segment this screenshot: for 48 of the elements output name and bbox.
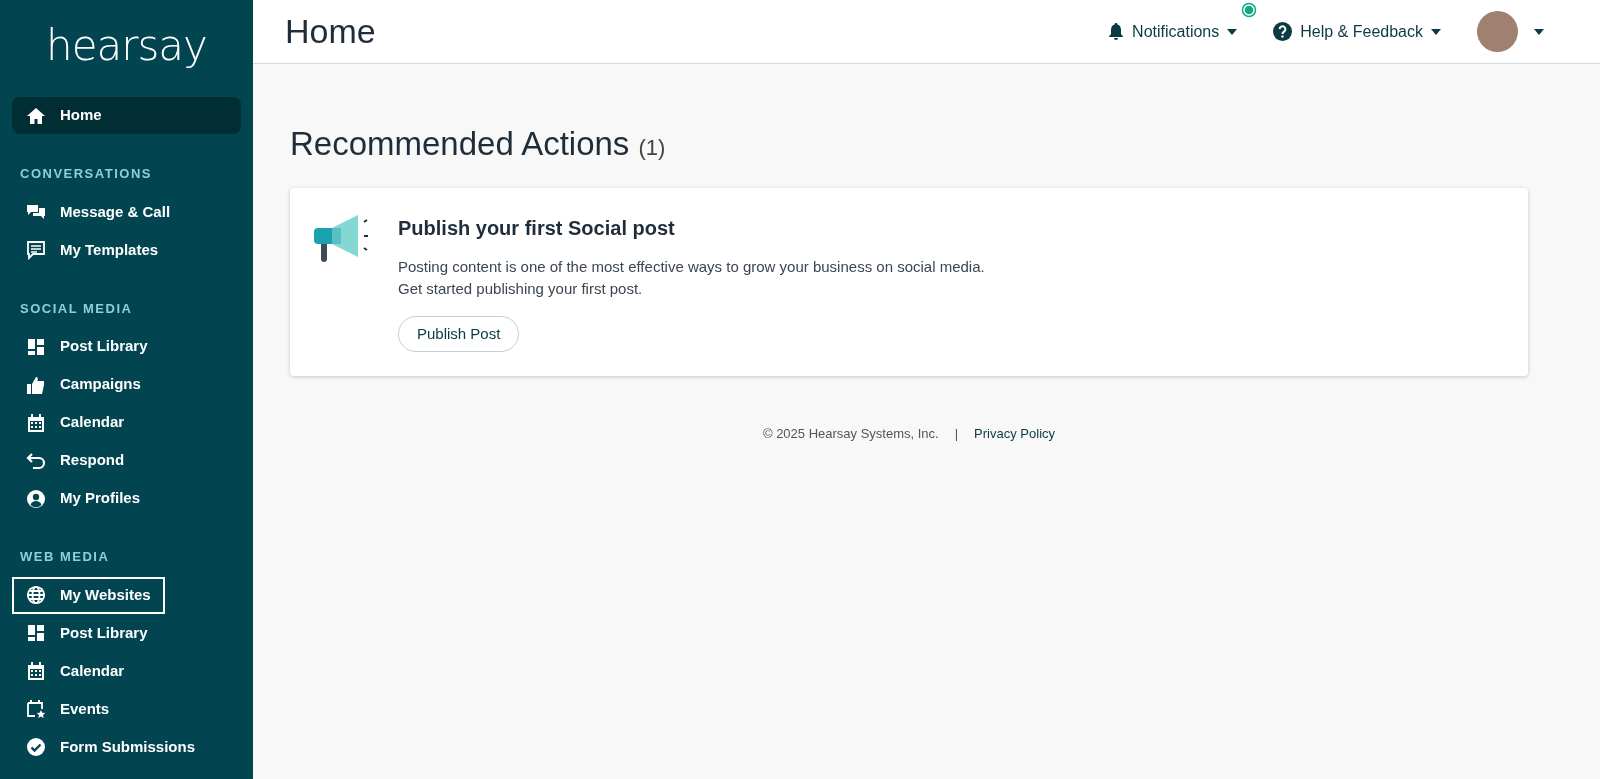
card-text: Get started publishing your first post. [398,278,644,299]
copyright-text: © 2025 Hearsay Systems, Inc. [762,425,939,444]
calendar-icon [26,661,46,681]
account-menu[interactable] [1477,11,1544,52]
sidebar-item[interactable]: Calendar [12,404,139,441]
page-title: Home [284,11,376,52]
template-icon [26,240,46,260]
sidebar-item[interactable]: My Profiles [12,480,155,517]
notifications-menu[interactable]: Notifications [1108,19,1238,44]
thumbs-up-icon [26,374,46,395]
section-heading: CONVERSATIONS [20,166,152,181]
sidebar-item[interactable]: My Templates [12,231,173,269]
home-icon [26,105,46,126]
grid-icon [26,623,46,643]
sidebar-item[interactable]: Form Submissions [12,728,210,766]
sidebar-item[interactable]: My Websites [12,576,165,614]
bell-icon [1108,22,1125,41]
calendar-star-icon [26,699,46,719]
calendar-icon [26,412,46,433]
reply-arrow-icon [26,450,46,471]
privacy-policy-link[interactable]: Privacy Policy [974,424,1056,444]
help-icon [1273,22,1293,41]
sidebar-item[interactable]: Message & Call [12,193,185,231]
count-label: (1) [638,135,666,160]
help-menu[interactable]: Help & Feedback [1273,19,1441,44]
grid-icon [26,336,46,357]
section-heading: WEB MEDIA [20,549,110,564]
sidebar-item[interactable]: Post Library [12,328,162,365]
globe-icon [26,585,46,605]
sidebar-item[interactable]: Calendar [12,652,139,690]
caret-icon [1431,28,1441,35]
card-text: Posting content is one of the most effective ways to grow your business on social media. [398,256,985,277]
avatar [1477,11,1518,52]
sidebar-item[interactable]: Home [12,97,241,134]
section-title: Recommended Actions [290,125,630,162]
caret-icon [1227,28,1238,35]
sidebar-item[interactable]: Events [12,690,124,728]
caret-icon [1534,28,1544,35]
sidebar-item[interactable]: Campaigns [12,366,155,403]
separator: | [954,425,959,444]
sidebar-item[interactable]: Post Library [12,614,162,652]
profile-icon [26,488,46,509]
card-title: Publish your first Social post [398,215,676,240]
sidebar-item[interactable]: Respond [12,442,139,479]
check-circle-icon [26,737,46,757]
hearsay-logo: hearsay [45,20,208,72]
section-heading: SOCIAL MEDIA [20,300,133,316]
publish-post-button[interactable]: Publish Post [398,315,520,353]
